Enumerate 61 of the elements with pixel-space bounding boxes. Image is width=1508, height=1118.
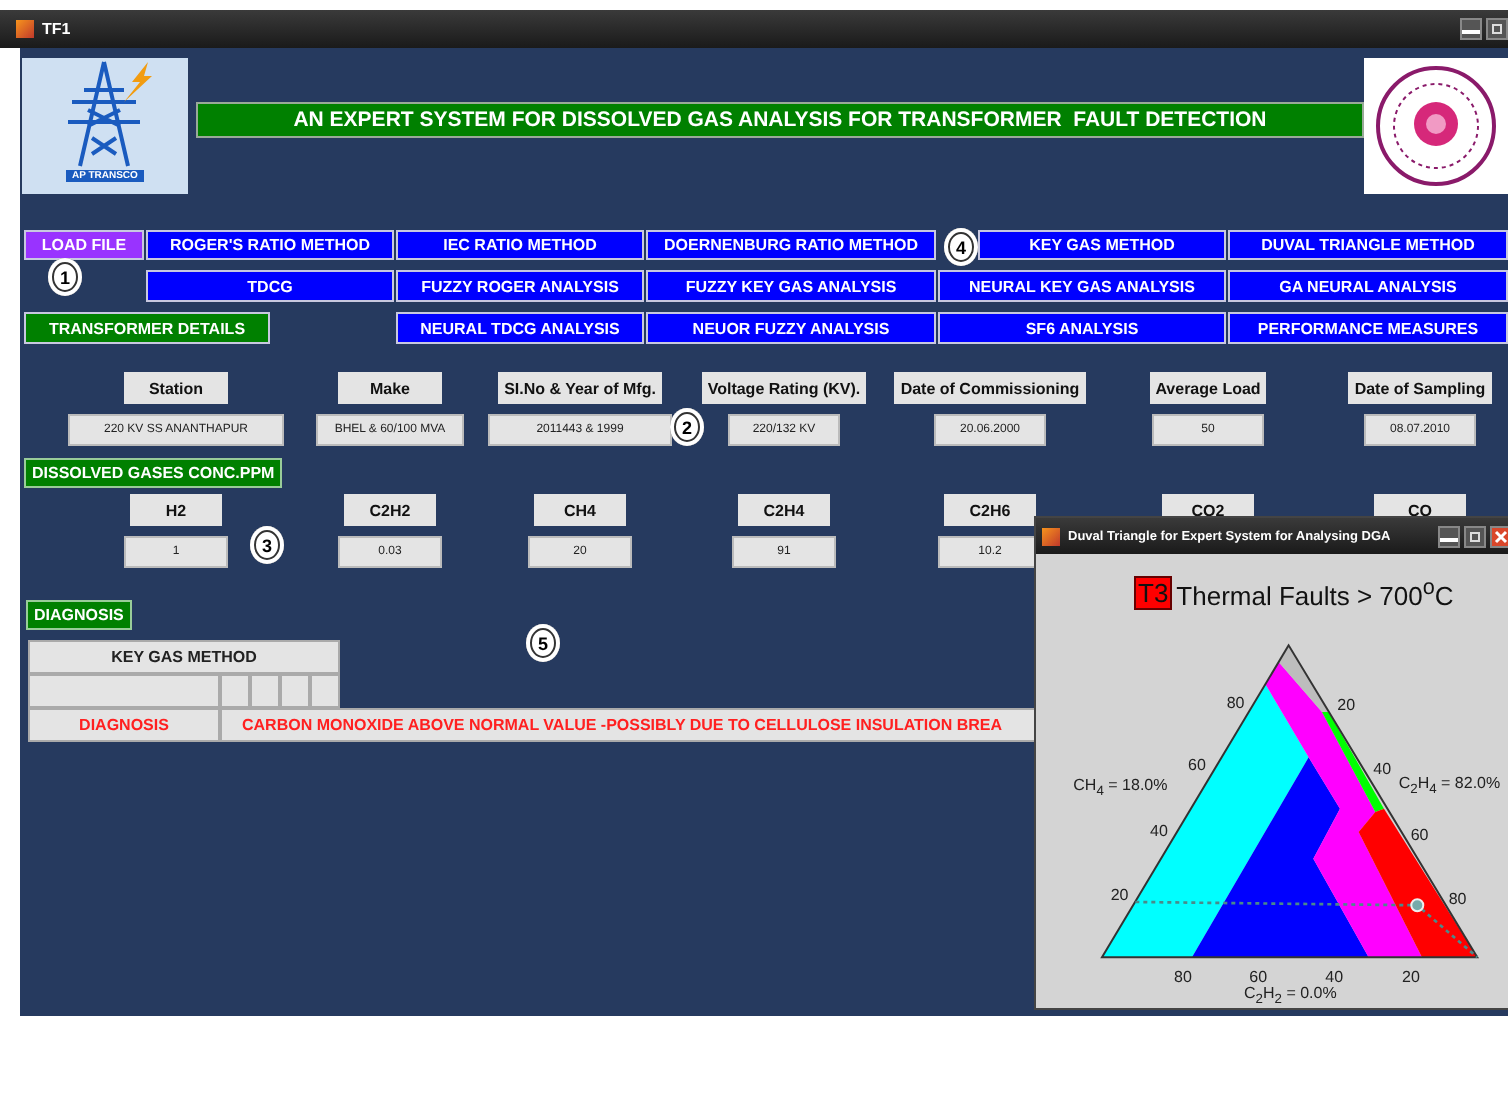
field-label: Date of Sampling bbox=[1348, 372, 1492, 404]
method-button[interactable]: TDCG bbox=[146, 270, 394, 302]
gas-label: H2 bbox=[130, 494, 222, 526]
axis-tick-label: 40 bbox=[1373, 760, 1392, 778]
field-label: Make bbox=[338, 372, 442, 404]
method-button[interactable]: DUVAL TRIANGLE METHOD bbox=[1228, 230, 1508, 260]
axis-tick-label: 40 bbox=[1150, 822, 1168, 841]
university-seal-drawing bbox=[1364, 58, 1508, 194]
table-cell bbox=[310, 674, 340, 708]
table-cell bbox=[250, 674, 280, 708]
method-button[interactable]: SF6 ANALYSIS bbox=[938, 312, 1226, 344]
method-button[interactable]: NEURAL KEY GAS ANALYSIS bbox=[938, 270, 1226, 302]
field-label: SI.No & Year of Mfg. bbox=[498, 372, 662, 404]
gas-label: C2H6 bbox=[944, 494, 1036, 526]
table-header: KEY GAS METHOD bbox=[28, 640, 340, 674]
field-label: Voltage Rating (KV). bbox=[701, 372, 867, 404]
table-cell: DIAGNOSIS bbox=[28, 708, 220, 742]
axis-tick-label: 80 bbox=[1448, 889, 1467, 908]
gas-label: CH4 bbox=[534, 494, 626, 526]
method-button[interactable]: LOAD FILE bbox=[24, 230, 144, 260]
axis-tick-label: 20 bbox=[1110, 886, 1129, 905]
zone-badge: T3 bbox=[1134, 576, 1173, 611]
method-button[interactable]: NEUOR FUZZY ANALYSIS bbox=[646, 312, 936, 344]
axis-tick-label: 60 bbox=[1188, 756, 1206, 774]
axis-label: CH$_{4}$ = 18.0% bbox=[1073, 775, 1168, 799]
axis-tick-label: 80 bbox=[1226, 693, 1245, 712]
axis-label: C$_{2}$H$_{2}$ = 0.0% bbox=[1244, 984, 1337, 1008]
table-cell bbox=[280, 674, 310, 708]
window-title: TF1 bbox=[42, 20, 71, 38]
field-label: Station bbox=[124, 372, 228, 404]
close-button[interactable] bbox=[1490, 525, 1508, 547]
minimize-button[interactable] bbox=[1460, 18, 1482, 40]
method-button[interactable]: IEC RATIO METHOD bbox=[396, 230, 644, 260]
gas-label: C2H4 bbox=[738, 494, 830, 526]
maximize-button[interactable] bbox=[1486, 18, 1508, 40]
chart-title: Thermal Faults > 700$^{o}$C bbox=[1176, 576, 1454, 611]
section-label: DISSOLVED GASES CONC.PPM bbox=[24, 458, 283, 488]
gas-label: C2H2 bbox=[344, 494, 436, 526]
axis-tick-label: 20 bbox=[1337, 696, 1356, 714]
section-label[interactable]: TRANSFORMER DETAILS bbox=[24, 312, 270, 344]
app-title: AN EXPERT SYSTEM FOR DISSOLVED GAS ANALYSIS FOR TRANSFORMER FAULT DETECTION bbox=[195, 102, 1365, 138]
field-label: Average Load bbox=[1149, 372, 1267, 404]
method-button[interactable]: NEURAL TDCG ANALYSIS bbox=[396, 312, 644, 344]
table-cell bbox=[220, 674, 250, 708]
axis-tick-label: 60 bbox=[1410, 825, 1429, 844]
maximize-button[interactable] bbox=[1464, 525, 1486, 547]
axis-label: C$_{2}$H$_{4}$ = 82.0% bbox=[1398, 774, 1501, 798]
axis-tick-label: 40 bbox=[1325, 968, 1344, 986]
minimize-button[interactable] bbox=[1438, 525, 1460, 547]
axis-tick-label: 20 bbox=[1402, 968, 1420, 986]
method-button[interactable]: DOERNENBURG RATIO METHOD bbox=[646, 230, 936, 260]
axis-tick-label: 60 bbox=[1249, 968, 1268, 986]
section-label: DIAGNOSIS bbox=[26, 600, 132, 630]
method-button[interactable]: ROGER'S RATIO METHOD bbox=[146, 230, 394, 260]
method-button[interactable]: KEY GAS METHOD bbox=[978, 230, 1226, 260]
method-button[interactable]: FUZZY KEY GAS ANALYSIS bbox=[646, 270, 936, 302]
method-button[interactable]: FUZZY ROGER ANALYSIS bbox=[396, 270, 644, 302]
axis-tick-label: 80 bbox=[1174, 968, 1192, 986]
field-label: Date of Commissioning bbox=[894, 372, 1086, 404]
method-button[interactable]: GA NEURAL ANALYSIS bbox=[1228, 270, 1508, 302]
method-button[interactable]: PERFORMANCE MEASURES bbox=[1228, 312, 1508, 344]
